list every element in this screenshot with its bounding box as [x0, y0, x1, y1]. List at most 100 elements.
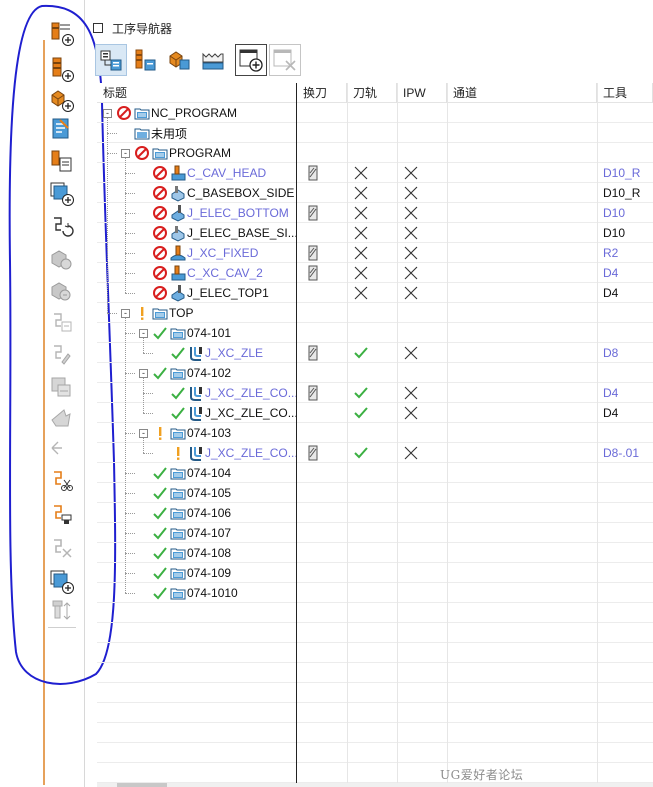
ipw-missing-icon: [404, 346, 418, 360]
table-row[interactable]: J_XC_FIXED R2: [97, 243, 653, 263]
tree-guide: [125, 433, 135, 434]
insert-operation-button[interactable]: [48, 536, 74, 562]
tree-guide: [107, 118, 108, 313]
collapse-toggle[interactable]: -: [139, 328, 148, 338]
table-row[interactable]: - PROGRAM: [97, 143, 653, 163]
column-header-tool[interactable]: 工具: [597, 83, 653, 103]
simulate-machine-button[interactable]: [48, 278, 74, 304]
table-row[interactable]: - 074-103: [97, 423, 653, 443]
title-cell[interactable]: J_XC_ZLE_CO...: [97, 403, 297, 423]
table-row[interactable]: C_XC_CAV_2 D4: [97, 263, 653, 283]
table-row[interactable]: - 074-102: [97, 363, 653, 383]
create-group-button[interactable]: [235, 44, 267, 76]
title-cell[interactable]: J_XC_ZLE: [97, 343, 297, 363]
tree-guide: [125, 293, 135, 294]
table-row[interactable]: 074-1010: [97, 583, 653, 603]
table-row[interactable]: 未用项: [97, 123, 653, 143]
table-row[interactable]: 074-107: [97, 523, 653, 543]
tool-cell: R2: [603, 246, 619, 260]
title-cell[interactable]: J_XC_ZLE_CO...: [97, 383, 297, 403]
table-row[interactable]: J_ELEC_BOTTOM D10: [97, 203, 653, 223]
table-row[interactable]: J_XC_ZLE D8: [97, 343, 653, 363]
column-header-title[interactable]: 标题: [97, 83, 297, 103]
delete-group-button[interactable]: [269, 44, 301, 76]
create-tool-button[interactable]: [48, 56, 74, 82]
feeds-speeds-button[interactable]: [48, 406, 74, 432]
tool-holder-icon: [54, 471, 73, 491]
zlevel-op-icon: [190, 387, 202, 401]
program-folder-icon: [151, 144, 169, 162]
collapse-toggle[interactable]: -: [121, 308, 130, 318]
tool-holder-button[interactable]: [48, 468, 74, 494]
method-view-button[interactable]: [197, 44, 229, 76]
ipw-missing-icon: [404, 446, 418, 460]
table-row[interactable]: 074-104: [97, 463, 653, 483]
program-folder-icon: [170, 328, 186, 340]
tree-guide: [143, 438, 144, 453]
column-header-tool_change[interactable]: 换刀: [297, 83, 347, 103]
tree-guide: [143, 453, 153, 454]
delete-toolpath-button[interactable]: [48, 502, 74, 528]
table-row[interactable]: J_XC_ZLE_CO... D4: [97, 403, 653, 423]
table-row[interactable]: 074-109: [97, 563, 653, 583]
tree-guide: [125, 513, 135, 514]
panel-collapse-checkbox[interactable]: [93, 23, 103, 33]
toolpath-ok-icon: [354, 447, 368, 459]
table-row[interactable]: J_ELEC_TOP1 D4: [97, 283, 653, 303]
table-row[interactable]: J_XC_ZLE_CO... D8-.01: [97, 443, 653, 463]
table-row[interactable]: 074-106: [97, 503, 653, 523]
table-row[interactable]: C_CAV_HEAD D10_R: [97, 163, 653, 183]
toolpath-missing-icon: [354, 166, 368, 180]
program-folder-icon: [169, 324, 187, 342]
panel-title-bar[interactable]: 工序导航器: [93, 19, 172, 37]
collapse-toggle[interactable]: -: [103, 108, 112, 118]
program-order-view-button[interactable]: [95, 44, 127, 76]
operation-name: 未用项: [151, 126, 188, 141]
create-geometry-button[interactable]: [48, 86, 74, 112]
tool-orientation-button[interactable]: [48, 568, 74, 594]
column-header-ipw[interactable]: IPW: [397, 83, 447, 103]
horizontal-scrollbar[interactable]: [97, 783, 653, 787]
tree-guide: [125, 273, 135, 274]
generate-toolpath-button[interactable]: [48, 214, 74, 240]
title-cell[interactable]: J_XC_ZLE_CO...: [97, 443, 297, 463]
create-method-button[interactable]: [48, 116, 74, 142]
postprocess-button[interactable]: [48, 310, 74, 336]
collapse-toggle[interactable]: -: [121, 148, 130, 158]
table-row[interactable]: C_BASEBOX_SIDE D10_R: [97, 183, 653, 203]
complete-status-icon: [153, 547, 167, 560]
title-cell[interactable]: - PROGRAM: [97, 143, 297, 163]
tool-cell: D10_R: [603, 186, 641, 200]
table-row[interactable]: 074-105: [97, 483, 653, 503]
create-operation-button[interactable]: [48, 148, 74, 174]
table-row[interactable]: - NC_PROGRAM: [97, 103, 653, 123]
collapse-toggle[interactable]: -: [139, 428, 148, 438]
shop-doc-button[interactable]: [48, 342, 74, 368]
table-row[interactable]: 074-108: [97, 543, 653, 563]
tree-guide: [125, 213, 135, 214]
split-operation-button[interactable]: [48, 436, 74, 462]
tool-axis-button[interactable]: [48, 598, 74, 624]
table-row[interactable]: - TOP: [97, 303, 653, 323]
title-cell[interactable]: - NC_PROGRAM: [97, 103, 297, 123]
machine-tool-view-button[interactable]: [129, 44, 161, 76]
collapse-toggle[interactable]: -: [139, 368, 148, 378]
copy-operation-button[interactable]: [48, 180, 74, 206]
floor-mill-icon: [169, 204, 187, 222]
table-row[interactable]: J_ELEC_BASE_SI... D10: [97, 223, 653, 243]
verify-toolpath-button[interactable]: [48, 246, 74, 272]
output-cls-button[interactable]: [48, 374, 74, 400]
column-header-toolpath[interactable]: 刀轨: [347, 83, 397, 103]
geometry-view-button[interactable]: [163, 44, 195, 76]
program-folder-icon: [170, 548, 186, 560]
title-cell[interactable]: - TOP: [97, 303, 297, 323]
operation-navigator-grid: 标题 换刀 刀轨 IPW 通道 工具 - NC_PROGRAM 未用项 - PROGRAM C_CA…: [97, 83, 653, 783]
title-column-divider[interactable]: [296, 83, 297, 783]
table-row[interactable]: J_XC_ZLE_CO... D4: [97, 383, 653, 403]
table-row[interactable]: - 074-101: [97, 323, 653, 343]
create-program-button[interactable]: [48, 20, 74, 46]
column-header-channel[interactable]: 通道: [447, 83, 597, 103]
toolbar-separator: [48, 627, 76, 628]
title-cell[interactable]: 未用项: [97, 123, 297, 143]
scrollbar-thumb[interactable]: [117, 783, 167, 787]
